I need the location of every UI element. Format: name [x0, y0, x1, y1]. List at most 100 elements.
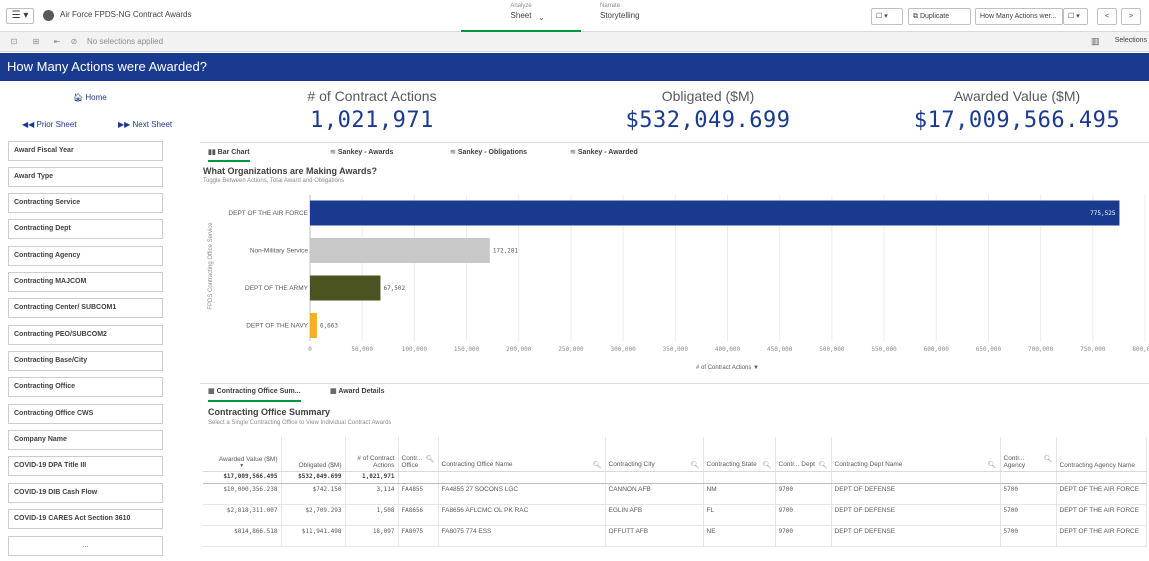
tab-bar-chart[interactable]: ▮▮ Bar Chart: [208, 148, 250, 162]
table-cell[interactable]: DEPT OF DEFENSE: [831, 483, 1001, 505]
search-icon[interactable]: 🔍︎: [426, 455, 435, 463]
hamburger-menu-button[interactable]: ☰ ▾: [6, 8, 34, 24]
sheet-select-dropdown[interactable]: How Many Actions wer...: [975, 8, 1063, 25]
filter-contracting-peo[interactable]: Contracting PEO/SUBCOM2: [8, 325, 163, 345]
previous-sheet-button[interactable]: <: [1097, 8, 1117, 25]
table-cell[interactable]: 9700: [775, 483, 832, 505]
chevron-down-icon[interactable]: ⌄: [538, 13, 545, 22]
search-icon[interactable]: 🔍︎: [819, 461, 828, 469]
selection-tool-icon[interactable]: ⊞: [30, 36, 42, 47]
table-cell[interactable]: FA8656: [398, 504, 439, 526]
home-button[interactable]: 🏠︎ Home: [73, 93, 107, 102]
table-cell[interactable]: CANNON AFB: [605, 483, 704, 505]
bar[interactable]: [310, 238, 490, 263]
selections-icon[interactable]: ▥: [1091, 36, 1100, 47]
column-header[interactable]: 🔍︎ Contracting City: [605, 437, 704, 472]
column-header-label: Awarded Value ($M): [218, 455, 278, 463]
more-filters-button[interactable]: ...: [8, 536, 163, 556]
sheet-list-button[interactable]: ☐ ▾: [1063, 8, 1088, 25]
filter-covid-cares-act[interactable]: COVID-19 CARES Act Section 3610: [8, 509, 163, 529]
prior-sheet-button[interactable]: ◀◀ Prior Sheet: [22, 120, 77, 129]
filter-contracting-dept[interactable]: Contracting Dept: [8, 219, 163, 239]
search-icon[interactable]: 🔍︎: [763, 461, 772, 469]
table-cell: $10,000,356.238: [203, 483, 282, 505]
table-cell[interactable]: 9700: [775, 525, 832, 547]
table-cell[interactable]: NM: [703, 483, 776, 505]
next-sheet-button[interactable]: >: [1121, 8, 1141, 25]
table-cell[interactable]: DEPT OF DEFENSE: [831, 525, 1001, 547]
column-header-label: Obligated ($M): [298, 461, 342, 469]
table-row[interactable]: $10,000,356.238 $742.150 3,114 FA4855 FA…: [203, 483, 1147, 505]
table-cell[interactable]: DEPT OF THE AIR FORCE: [1056, 504, 1147, 526]
table-cell[interactable]: FA4855 27 SOCONS LGC: [438, 483, 606, 505]
filter-award-type[interactable]: Award Type: [8, 167, 163, 187]
step-back-icon[interactable]: ⇤: [51, 36, 63, 47]
filter-contracting-service[interactable]: Contracting Service: [8, 193, 163, 213]
column-header[interactable]: # of Contract Actions: [345, 437, 399, 472]
table-cell[interactable]: 5700: [1000, 525, 1057, 547]
app-title[interactable]: Air Force FPDS-NG Contract Awards: [60, 10, 191, 19]
table-cell[interactable]: 5700: [1000, 504, 1057, 526]
filter-contracting-base-city[interactable]: Contracting Base/City: [8, 351, 163, 371]
table-cell[interactable]: NE: [703, 525, 776, 547]
table-cell[interactable]: 9700: [775, 504, 832, 526]
table-cell[interactable]: OFFUTT AFB: [605, 525, 704, 547]
tab-award-details[interactable]: ▦ Award Details: [330, 387, 384, 395]
bar-chart[interactable]: 0 50,000 100,000 150,000 200,000 250,000 300,0…: [200, 191, 1149, 376]
filter-contracting-agency[interactable]: Contracting Agency: [8, 246, 163, 266]
table-cell: $2,709.293: [281, 504, 346, 526]
column-header[interactable]: 🔍︎ Contracting State: [703, 437, 776, 472]
filter-covid-dpa-title-iii[interactable]: COVID-19 DPA Title III: [8, 456, 163, 476]
tab-narrate-storytelling[interactable]: Narrate Storytelling: [600, 3, 680, 20]
table-cell[interactable]: FL: [703, 504, 776, 526]
analyze-label: Sheet: [510, 11, 532, 20]
filter-contracting-center[interactable]: Contracting Center/ SUBCOM1: [8, 298, 163, 318]
bar[interactable]: [310, 200, 1120, 226]
table-cell[interactable]: FA8075 774 ESS: [438, 525, 606, 547]
bar[interactable]: [310, 313, 317, 338]
filter-award-fiscal-year[interactable]: Award Fiscal Year: [8, 141, 163, 161]
tab-sankey-awards[interactable]: ≋ Sankey - Awards: [330, 148, 393, 162]
filter-contracting-majcom[interactable]: Contracting MAJCOM: [8, 272, 163, 292]
column-header[interactable]: 🔍︎ Contracting Office Name: [438, 437, 606, 472]
search-icon[interactable]: 🔍︎: [593, 461, 602, 469]
filter-covid-dib-cash-flow[interactable]: COVID-19 DIB Cash Flow: [8, 483, 163, 503]
table-cell[interactable]: FA8656 AFLCMC OL PK RAC: [438, 504, 606, 526]
tab-analyze-sheet[interactable]: Analyze Sheet: [461, 3, 581, 32]
bookmark-button[interactable]: ☐ ▾: [871, 8, 903, 25]
column-header[interactable]: Obligated ($M): [281, 437, 346, 472]
table-cell[interactable]: DEPT OF THE AIR FORCE: [1056, 525, 1147, 547]
smart-search-icon[interactable]: ⊡: [8, 36, 20, 47]
column-header[interactable]: Contracting Agency Name: [1056, 437, 1147, 472]
table-cell[interactable]: DEPT OF DEFENSE: [831, 504, 1001, 526]
tab-contracting-office-summary[interactable]: ▦ Contracting Office Sum...: [208, 387, 301, 402]
duplicate-button[interactable]: ⧉ Duplicate: [908, 8, 971, 25]
next-sheet-link-button[interactable]: ▶▶ Next Sheet: [118, 120, 172, 129]
search-icon[interactable]: 🔍︎: [988, 461, 997, 469]
table-row[interactable]: $2,818,311.007 $2,709.293 1,508 FA8656 F…: [203, 504, 1147, 526]
table-cell[interactable]: EGLIN AFB: [605, 504, 704, 526]
column-header[interactable]: 🔍︎ Contracting Dept Name: [831, 437, 1001, 472]
filter-contracting-office[interactable]: Contracting Office: [8, 377, 163, 397]
tab-sankey-obligations[interactable]: ≋ Sankey - Obligations: [450, 148, 527, 162]
x-tick-label: 750,000: [1080, 346, 1106, 353]
table-cell[interactable]: DEPT OF THE AIR FORCE: [1056, 483, 1147, 505]
total-cell: $532,049.699: [281, 471, 346, 484]
filter-contracting-office-cws[interactable]: Contracting Office CWS: [8, 404, 163, 424]
column-header[interactable]: 🔍︎ Contr... Dept: [775, 437, 832, 472]
tab-sankey-awarded[interactable]: ≋ Sankey - Awarded: [570, 148, 638, 162]
bar[interactable]: [310, 275, 381, 301]
table-row[interactable]: $814,866.518 $11,941.498 18,097 FA8075 F…: [203, 525, 1147, 547]
clear-selections-icon[interactable]: ⊘: [68, 36, 80, 47]
column-header[interactable]: 🔍︎ Contr... Agency: [1000, 437, 1057, 472]
column-header[interactable]: 🔍︎ Contr... Office: [398, 437, 439, 472]
search-icon[interactable]: 🔍︎: [691, 461, 700, 469]
column-header[interactable]: Awarded Value ($M) ▼: [203, 437, 282, 472]
table-cell[interactable]: FA4855: [398, 483, 439, 505]
filter-company-name[interactable]: Company Name: [8, 430, 163, 450]
search-icon[interactable]: 🔍︎: [1044, 455, 1053, 463]
next-label: Next Sheet: [132, 120, 173, 129]
table-cell[interactable]: FA8075: [398, 525, 439, 547]
table-cell[interactable]: 5700: [1000, 483, 1057, 505]
selections-button[interactable]: Selections: [1115, 37, 1147, 44]
